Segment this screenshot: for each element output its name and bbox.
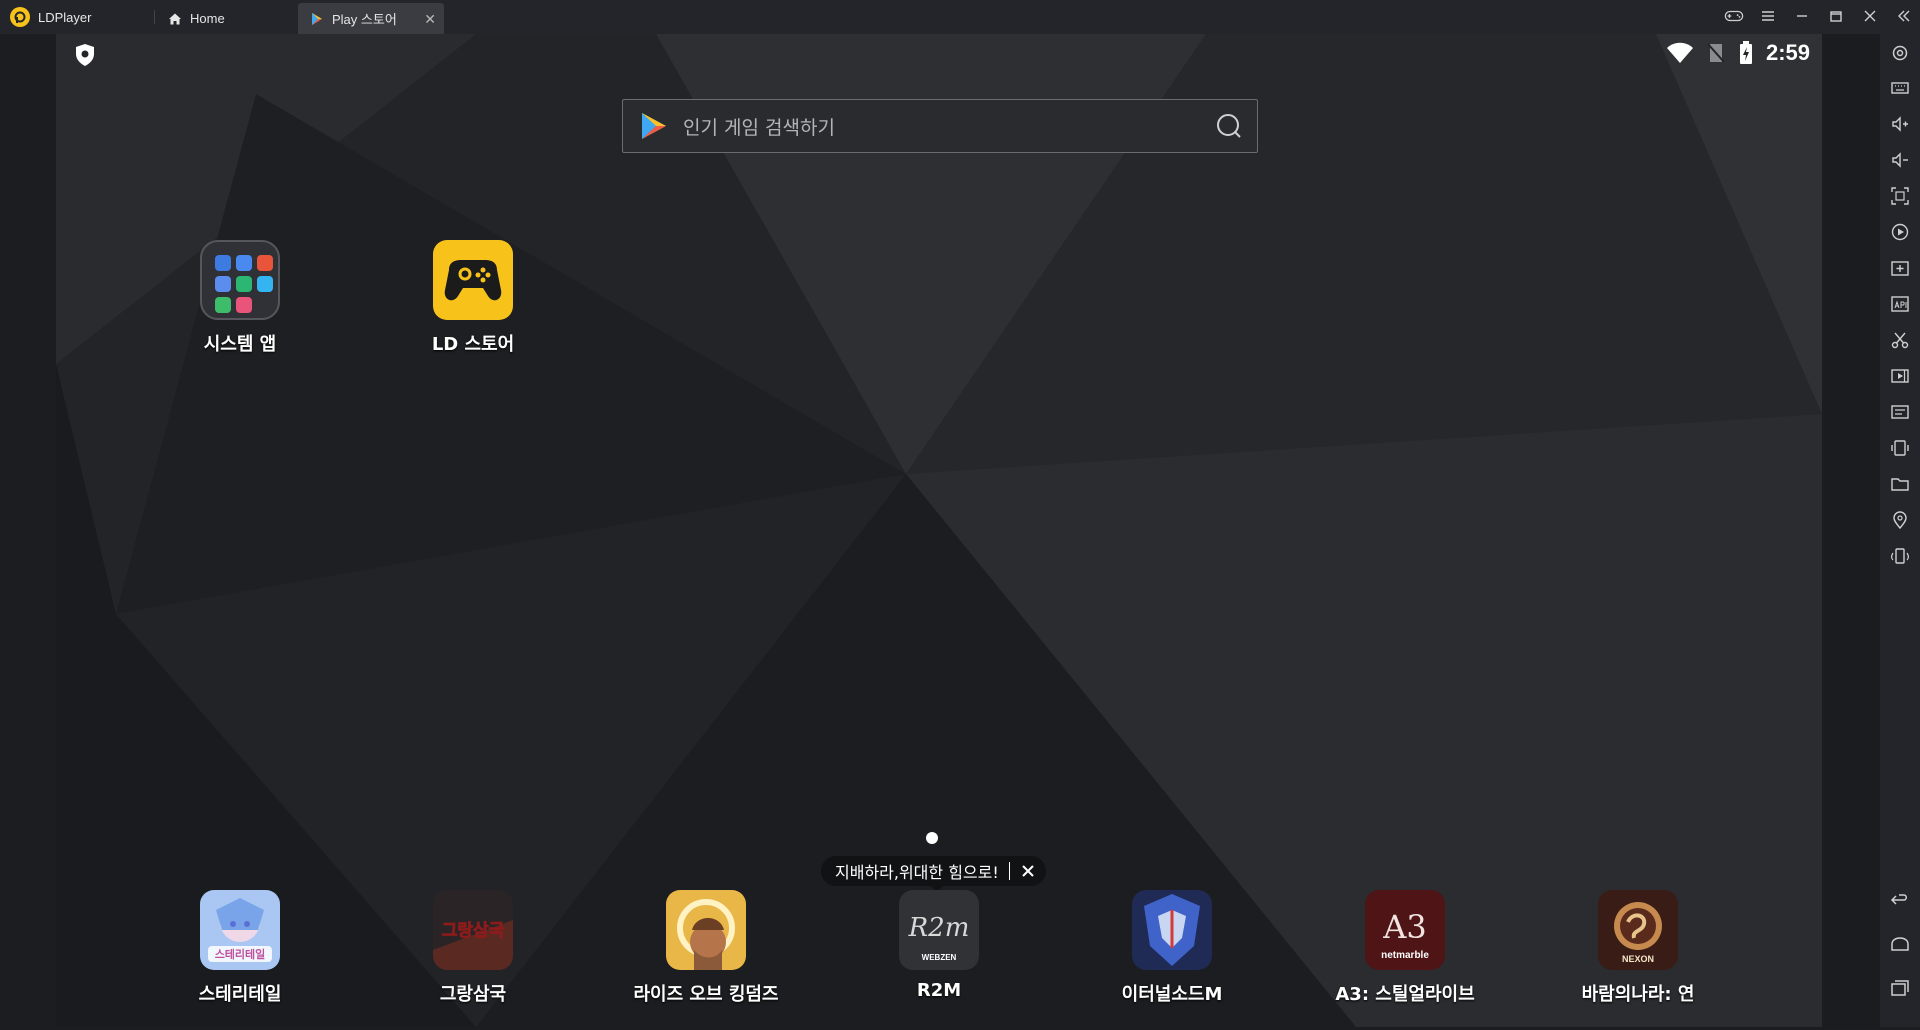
video-icon[interactable] — [1890, 366, 1910, 386]
volume-down-icon[interactable] — [1890, 150, 1910, 170]
app-label: R2M — [916, 980, 962, 1001]
app-eternal-sword-m[interactable]: 이터널소드M — [1082, 890, 1262, 1006]
tab-close-icon[interactable]: ✕ — [424, 12, 436, 26]
back-icon[interactable] — [1890, 890, 1910, 910]
r2m-icon: R2m WEBZEN — [899, 890, 979, 970]
search-icon[interactable] — [1215, 112, 1243, 140]
play-store-icon — [312, 12, 322, 25]
app-label: 시스템 앱 — [203, 334, 277, 355]
app-baram[interactable]: NEXON 바람의나라: 연 — [1548, 890, 1728, 1006]
battery-charging-icon — [1739, 41, 1752, 64]
right-toolbar — [1880, 34, 1920, 1030]
app-logo: LDPlayer — [10, 7, 91, 27]
promo-tooltip[interactable]: 지배하라,위대한 힘으로! — [821, 856, 1046, 892]
volume-up-icon[interactable] — [1890, 114, 1910, 134]
android-screen: 2:59 인기 게임 검색하기 시스템 앱 LD 스토어 지배하라,위대한 힘으 — [56, 34, 1822, 1027]
shake-icon[interactable] — [1890, 438, 1910, 458]
window-controls — [1724, 6, 1914, 26]
app-name: LDPlayer — [38, 9, 92, 25]
app-label: LD 스토어 — [431, 334, 515, 355]
home-nav-icon[interactable] — [1890, 934, 1910, 954]
tab-play-store[interactable]: Play 스토어 ✕ — [298, 3, 444, 34]
close-icon[interactable] — [1860, 6, 1880, 26]
rise-of-kingdoms-icon — [666, 890, 746, 970]
app-label: 이터널소드M — [1121, 984, 1223, 1005]
no-signal-icon — [1707, 43, 1725, 63]
app-grand-samguk[interactable]: 그랑삼국 그랑삼국 — [383, 890, 563, 1006]
shield-icon — [74, 43, 96, 71]
folder-icon[interactable] — [1890, 474, 1910, 494]
wifi-icon — [1666, 42, 1693, 63]
tooltip-close-icon[interactable] — [1020, 863, 1036, 879]
app-label: 그랑삼국 — [439, 984, 507, 1005]
recent-apps-icon[interactable] — [1890, 978, 1910, 998]
nexon-logo-text: NEXON — [1622, 954, 1654, 964]
collapse-sidebar-icon[interactable] — [1894, 6, 1914, 26]
app-label: 바람의나라: 연 — [1581, 984, 1695, 1005]
location-icon[interactable] — [1890, 510, 1910, 530]
tooltip-text: 지배하라,위대한 힘으로! — [835, 863, 999, 882]
tab-home-label: Home — [190, 11, 225, 26]
ldplayer-logo-icon — [10, 7, 30, 27]
tooltip-separator — [1008, 862, 1010, 880]
keyboard-icon[interactable] — [1890, 78, 1910, 98]
gamepad-icon[interactable] — [1724, 6, 1744, 26]
stery-logo-text: 스테리테일 — [215, 947, 266, 961]
add-instance-icon[interactable] — [1890, 258, 1910, 278]
ld-store-icon — [433, 240, 513, 320]
app-ld-store[interactable]: LD 스토어 — [383, 240, 563, 356]
app-label: 스테리테일 — [198, 984, 282, 1005]
app-a3-still-alive[interactable]: A3 netmarble A3: 스틸얼라이브 — [1315, 890, 1495, 1006]
fullscreen-icon[interactable] — [1890, 186, 1910, 206]
stery-tail-icon: 스테리테일 — [200, 890, 280, 970]
operation-record-icon[interactable] — [1890, 402, 1910, 422]
clock: 2:59 — [1765, 40, 1810, 65]
app-stery-tail[interactable]: 스테리테일 스테리테일 — [150, 890, 330, 1006]
a3-still-alive-icon: A3 netmarble — [1365, 890, 1445, 970]
record-icon[interactable] — [1890, 222, 1910, 242]
search-placeholder: 인기 게임 검색하기 — [683, 116, 835, 139]
home-icon — [169, 13, 181, 24]
google-play-icon — [642, 113, 666, 139]
baram-icon: NEXON — [1598, 890, 1678, 970]
status-bar: 2:59 — [1666, 40, 1810, 66]
r2m-logo-text: R2m — [908, 913, 970, 943]
app-r2m[interactable]: R2m WEBZEN R2M — [849, 890, 1029, 1001]
app-label: 라이즈 오브 킹덤즈 — [633, 984, 779, 1005]
menu-icon[interactable] — [1758, 6, 1778, 26]
grand-logo-text: 그랑삼국 — [442, 921, 505, 941]
tab-separator — [154, 10, 155, 24]
left-edge — [0, 34, 56, 1030]
netmarble-logo-text: netmarble — [1381, 950, 1429, 961]
app-system-apps[interactable]: 시스템 앱 — [150, 240, 330, 356]
grand-samguk-icon: 그랑삼국 — [433, 890, 513, 970]
system-apps-folder-icon — [200, 240, 280, 320]
tab-home[interactable]: Home — [156, 3, 292, 34]
eternal-sword-m-icon — [1132, 890, 1212, 970]
settings-icon[interactable] — [1890, 43, 1910, 63]
page-indicator-dot[interactable] — [926, 832, 938, 844]
app-label: A3: 스틸얼라이브 — [1335, 984, 1475, 1005]
app-rise-of-kingdoms[interactable]: 라이즈 오브 킹덤즈 — [616, 890, 796, 1006]
a3-logo-text: A3 — [1382, 908, 1426, 946]
rotate-icon[interactable] — [1890, 546, 1910, 566]
maximize-icon[interactable] — [1826, 6, 1846, 26]
minimize-icon[interactable] — [1792, 6, 1812, 26]
tab-play-store-label: Play 스토어 — [332, 12, 397, 27]
play-search-bar[interactable]: 인기 게임 검색하기 — [622, 99, 1258, 153]
title-bar: LDPlayer Home Play 스토어 ✕ — [0, 0, 1920, 34]
apk-install-icon[interactable] — [1890, 294, 1910, 314]
webzen-logo-text: WEBZEN — [922, 953, 957, 962]
scissors-icon[interactable] — [1890, 330, 1910, 350]
